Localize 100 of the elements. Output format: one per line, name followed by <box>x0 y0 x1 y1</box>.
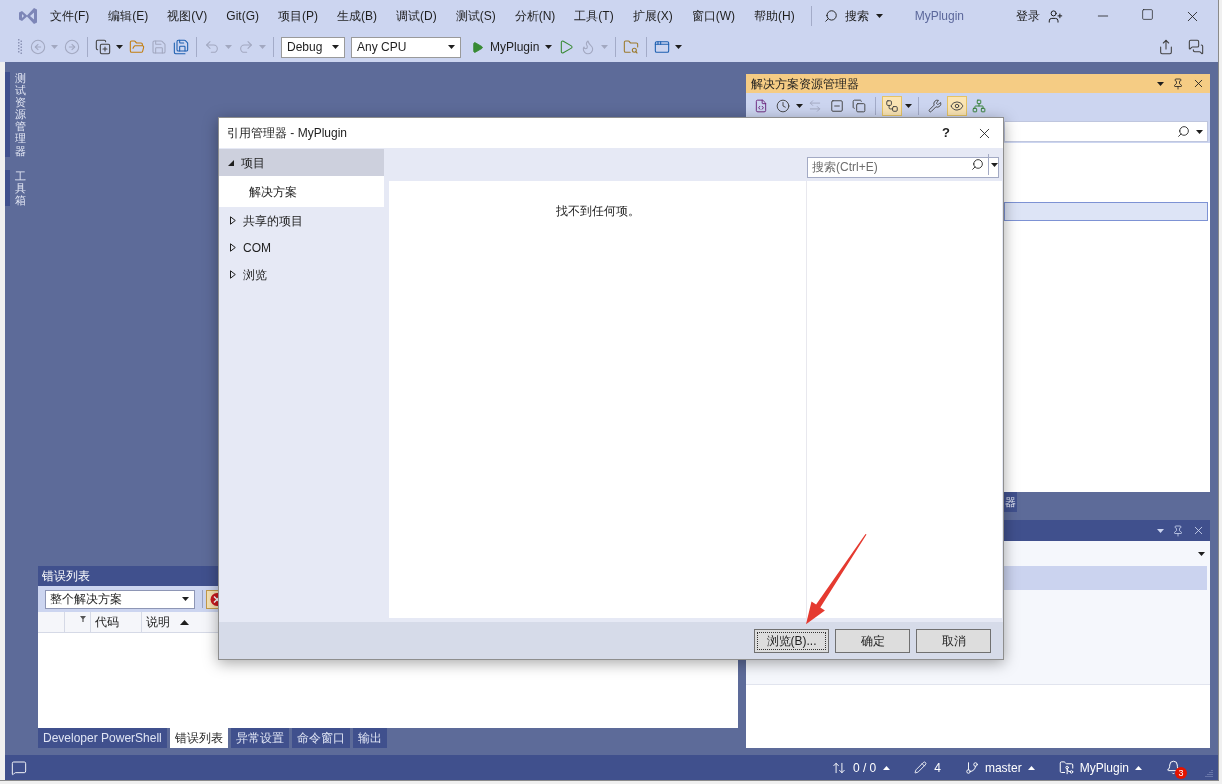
caret-icon[interactable] <box>448 45 455 49</box>
add-user-icon[interactable] <box>1048 8 1064 24</box>
branch-icon <box>964 760 979 775</box>
search-field[interactable] <box>1004 121 1208 142</box>
linked-nodes-icon[interactable] <box>882 96 902 116</box>
caret-icon[interactable] <box>675 45 683 49</box>
window-icon[interactable] <box>654 39 671 55</box>
scope-dropdown[interactable]: 整个解决方案 <box>45 589 195 609</box>
menu-item[interactable]: 分析(N) <box>514 7 556 25</box>
window-title: MyPlugin <box>914 8 965 25</box>
toolbar-grip-icon[interactable] <box>18 38 22 56</box>
nav-category[interactable]: 共享的项目 <box>219 207 384 234</box>
panel-title: 错误列表 <box>42 568 90 585</box>
menu-item[interactable]: 调试(D) <box>396 7 437 25</box>
sync-button[interactable]: 0 / 0 <box>831 758 891 777</box>
repository-icon <box>1058 760 1074 775</box>
dialog-button[interactable]: 取消 <box>916 628 991 653</box>
save-all-icon[interactable] <box>173 39 189 55</box>
repository-button[interactable]: MyPlugin <box>1058 758 1142 777</box>
caret-icon[interactable] <box>990 162 998 167</box>
expanded-triangle-icon[interactable] <box>228 159 234 166</box>
pin-icon[interactable] <box>1172 77 1184 90</box>
dropdown-caret-icon[interactable] <box>1198 551 1205 556</box>
folder-search-icon[interactable] <box>623 39 640 55</box>
nav-item[interactable]: 解决方案 <box>219 176 384 207</box>
search-field[interactable]: 搜索(Ctrl+E) <box>807 156 999 178</box>
filter-icon[interactable] <box>80 616 86 622</box>
ide-logo-icon <box>18 6 38 26</box>
menu-item[interactable]: 编辑(E) <box>108 7 149 25</box>
caret-icon[interactable] <box>545 45 553 49</box>
menu-item[interactable]: 帮助(H) <box>754 7 795 25</box>
resize-grip-icon[interactable] <box>1205 768 1213 777</box>
nav-category[interactable]: 浏览 <box>219 261 384 288</box>
nav-category[interactable]: COM <box>219 234 384 261</box>
pencil-icon <box>914 761 928 774</box>
caret-icon[interactable] <box>182 597 189 601</box>
caret-icon[interactable] <box>905 104 912 108</box>
nav-category[interactable]: 项目 <box>219 149 384 176</box>
menu-item[interactable]: 文件(F) <box>50 7 90 25</box>
play-icon <box>471 40 484 54</box>
feedback-icon[interactable] <box>1188 39 1204 55</box>
configuration-dropdown[interactable]: Debug <box>281 36 345 58</box>
caret-icon[interactable] <box>1135 765 1142 770</box>
start-button[interactable]: MyPlugin <box>471 38 553 56</box>
side-tab[interactable]: 测试资源管理器 <box>5 72 26 157</box>
menu-item[interactable]: 项目(P) <box>278 7 318 25</box>
maximize-icon[interactable] <box>1141 7 1154 21</box>
up-down-arrows-icon <box>831 760 846 775</box>
pin-icon[interactable] <box>1172 524 1184 537</box>
dialog-button[interactable]: 确定 <box>835 628 910 653</box>
panel-tab[interactable]: 异常设置 <box>230 728 289 748</box>
menu-item[interactable]: 生成(B) <box>337 7 377 25</box>
collapsed-triangle-icon[interactable] <box>230 270 236 279</box>
empty-message: 找不到任何项。 <box>555 203 640 220</box>
search-icon <box>823 9 838 23</box>
menu-item[interactable]: 扩展(X) <box>632 7 673 25</box>
menu-item[interactable]: 测试(S) <box>455 7 496 25</box>
column-header[interactable]: 代码 <box>91 612 142 632</box>
caret-icon[interactable] <box>1196 129 1203 134</box>
eye-icon[interactable] <box>947 96 967 116</box>
close-icon[interactable] <box>1192 524 1205 537</box>
search-icon <box>1177 125 1190 138</box>
panel-tab[interactable]: 器 <box>1004 492 1017 512</box>
comment-icon[interactable] <box>11 759 27 776</box>
new-item-icon[interactable] <box>95 39 111 55</box>
panel-tab[interactable]: Developer PowerShell <box>38 728 167 748</box>
help-button[interactable]: ? <box>934 123 958 143</box>
share-icon[interactable] <box>1158 39 1174 55</box>
caret-icon[interactable] <box>116 45 123 49</box>
error-filter-icon[interactable] <box>206 589 218 609</box>
panel-tab[interactable]: 错误列表 <box>169 728 228 748</box>
notification-badge: 3 <box>1175 767 1187 779</box>
collapsed-triangle-icon[interactable] <box>230 243 236 252</box>
dialog-button[interactable]: 浏览(B)... <box>754 628 829 653</box>
caret-icon[interactable] <box>875 14 883 18</box>
caret-icon[interactable] <box>1027 765 1035 770</box>
caret-icon[interactable] <box>883 765 891 770</box>
play-outline-icon[interactable] <box>558 39 575 55</box>
caret-icon[interactable] <box>796 104 803 108</box>
menu-item[interactable]: 视图(V) <box>167 7 208 25</box>
column-header[interactable]: 说明 <box>142 612 214 632</box>
collapsed-triangle-icon[interactable] <box>230 216 236 225</box>
menu-item[interactable]: 窗口(W) <box>691 7 735 25</box>
close-icon[interactable] <box>1192 77 1205 90</box>
caret-icon[interactable] <box>332 45 339 49</box>
side-tab[interactable]: 工具箱 <box>5 169 26 206</box>
sort-up-icon <box>180 619 189 625</box>
search-button[interactable]: 搜索 <box>823 7 883 25</box>
changes-button[interactable]: 4 <box>914 758 941 777</box>
search-icon <box>971 158 984 171</box>
sign-in-link[interactable]: 登录 <box>1016 7 1041 25</box>
panel-title: 解决方案资源管理器 <box>751 75 859 93</box>
bell-icon[interactable] <box>1166 760 1181 775</box>
panel-tab[interactable]: 输出 <box>352 728 387 748</box>
dropdown-caret-icon[interactable] <box>1157 81 1164 86</box>
branch-button[interactable]: master <box>964 758 1035 777</box>
menu-item[interactable]: 工具(T) <box>574 7 614 25</box>
panel-tab[interactable]: 命令窗口 <box>291 728 350 748</box>
platform-dropdown[interactable]: Any CPU <box>351 36 461 58</box>
menu-item[interactable]: Git(G) <box>226 7 259 25</box>
